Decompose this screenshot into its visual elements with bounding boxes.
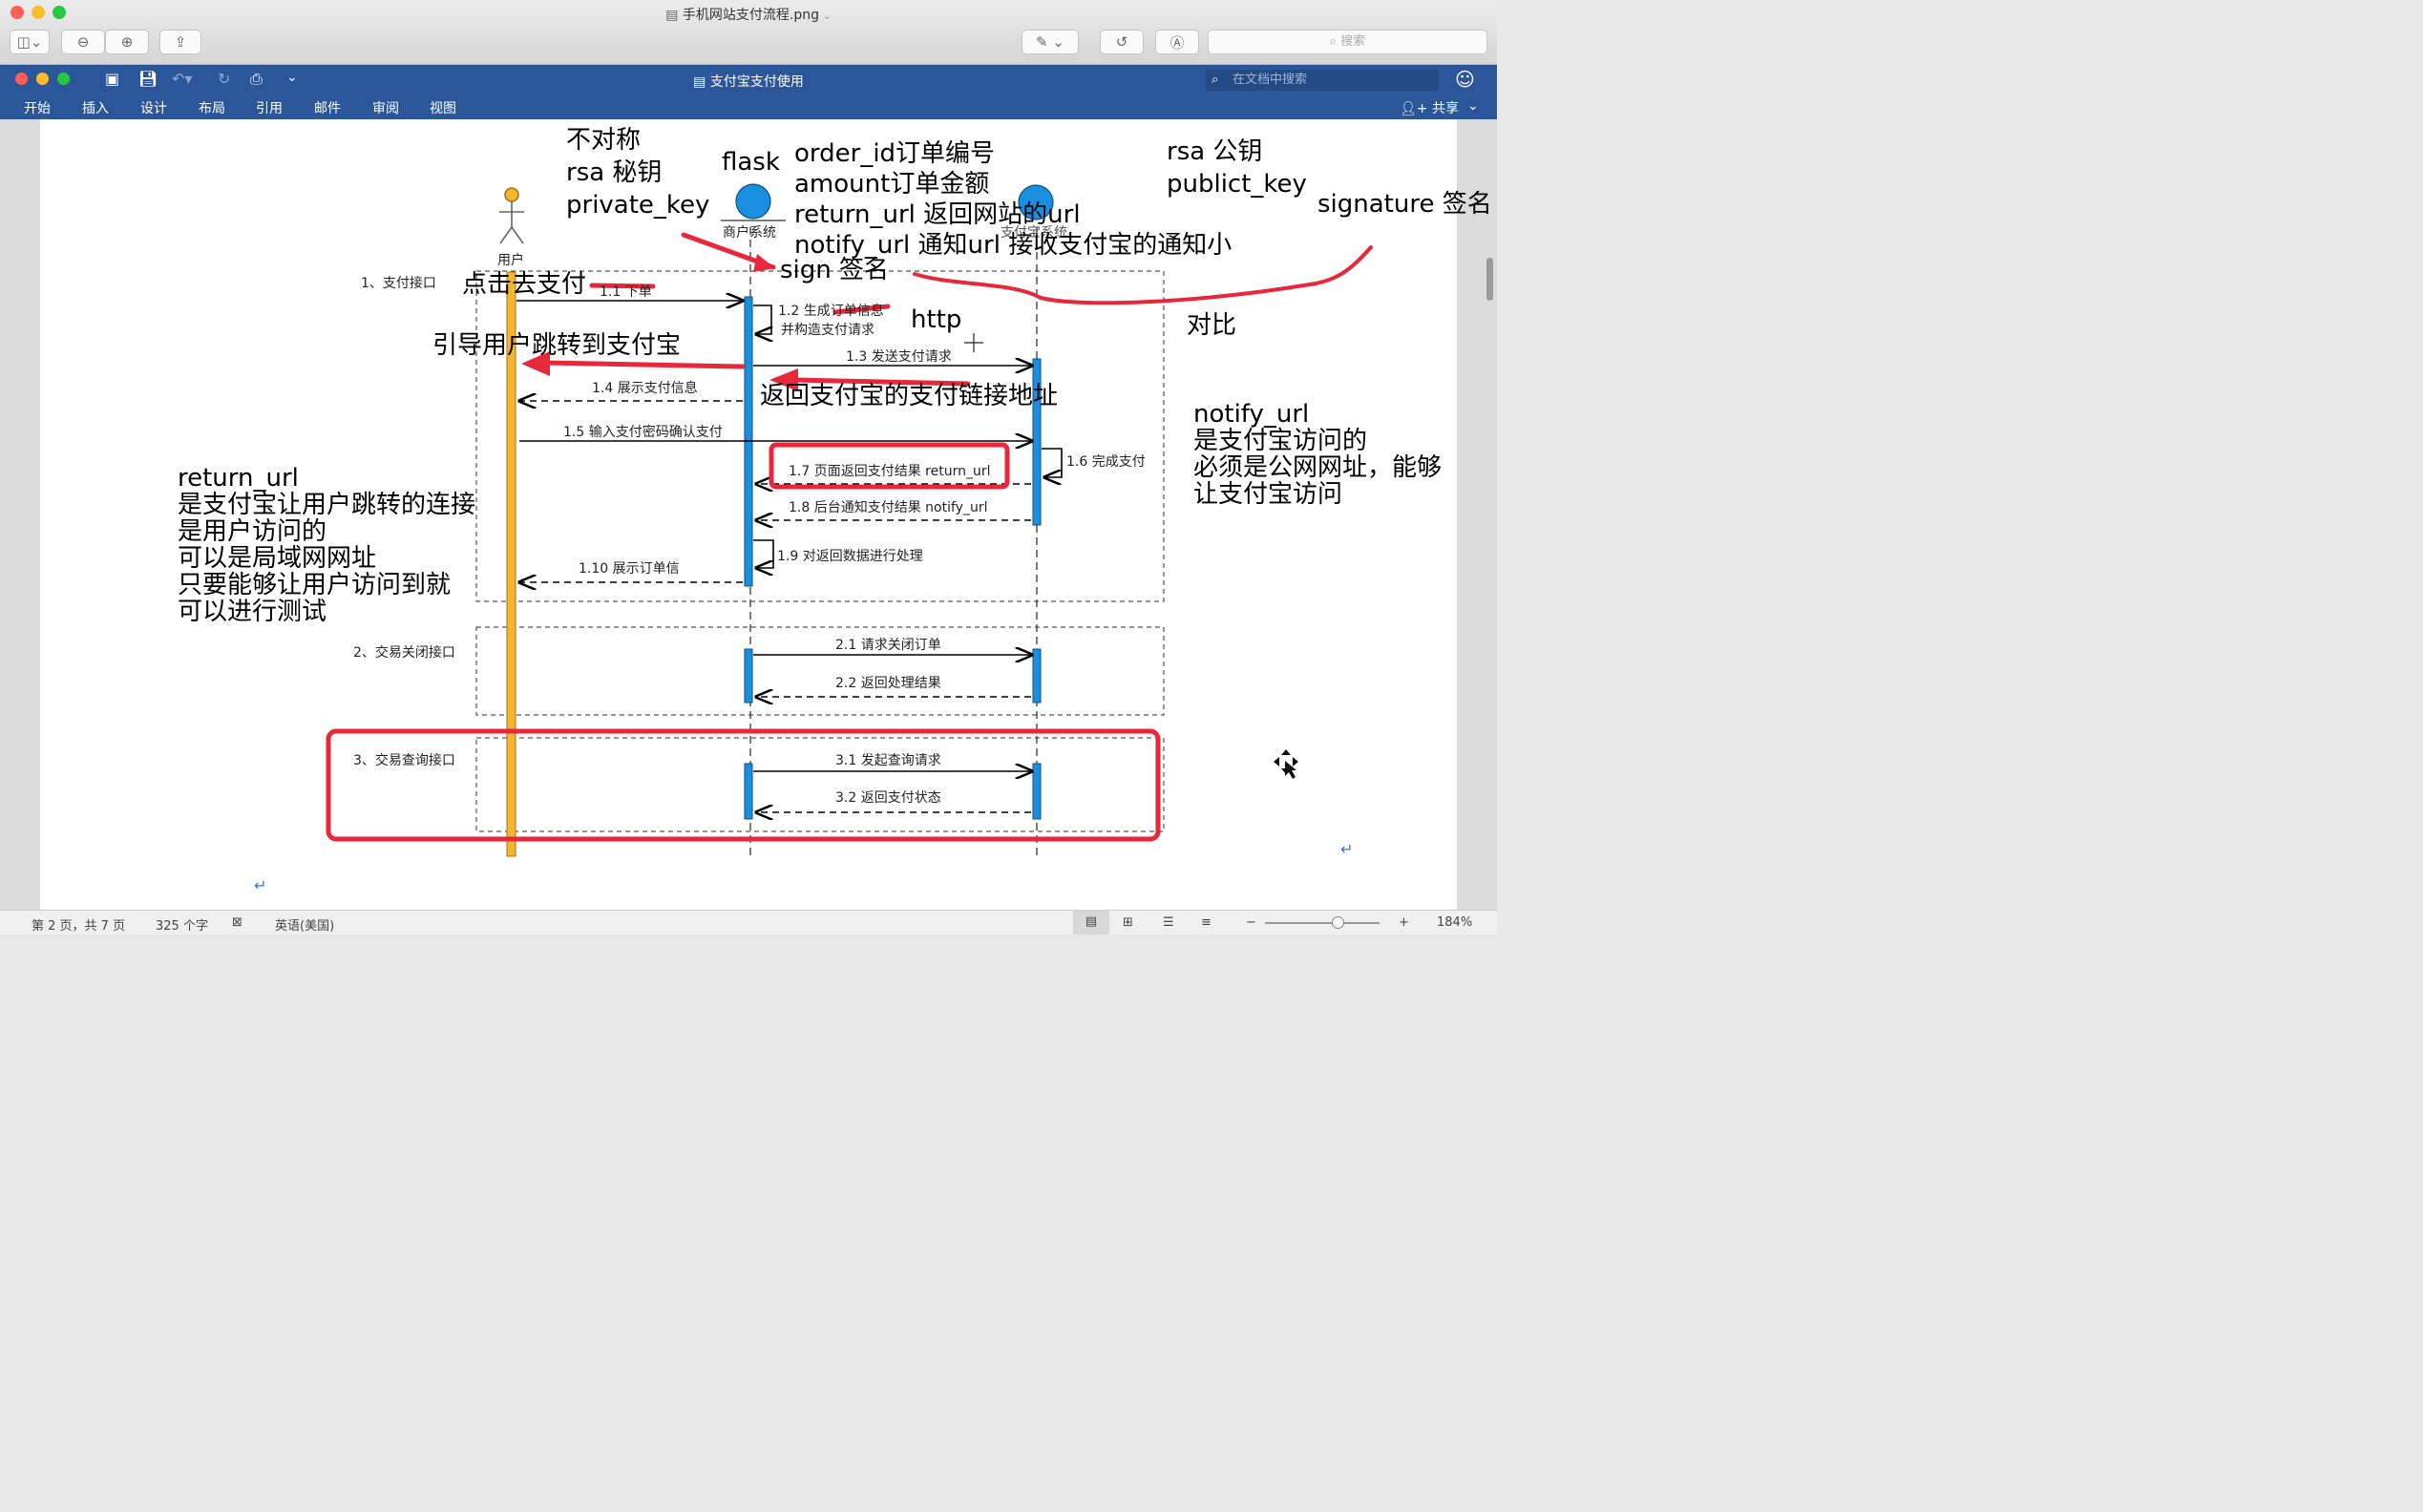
annotation-return-link: 返回支付宝的支付链接地址 bbox=[760, 382, 1059, 410]
draft-view-icon[interactable]: ≡ bbox=[1201, 915, 1212, 930]
actor-label-merchant: 商户系统 bbox=[723, 225, 776, 241]
message-label-1-9: 1.9 对返回数据进行处理 bbox=[777, 549, 923, 564]
message-label-1-10: 1.10 展示订单信 bbox=[579, 561, 680, 577]
message-label-1-8: 1.8 后台通知支付结果 notify_url bbox=[789, 500, 988, 515]
actor-label-user: 用户 bbox=[497, 253, 524, 268]
annotation-sign: sign 签名 bbox=[780, 256, 890, 284]
message-label-3-2: 3.2 返回支付状态 bbox=[835, 790, 941, 806]
move-cursor-icon bbox=[1274, 749, 1298, 779]
message-arrow-1-9 bbox=[753, 539, 774, 568]
annotation-rsa-public-line: rsa 公钥 bbox=[1167, 137, 1263, 166]
annotation-return-note-line-3: 是用户访问的 bbox=[178, 517, 327, 546]
language-indicator[interactable]: 英语(美国) bbox=[275, 915, 334, 934]
annotation-signature: signature 签名 bbox=[1317, 190, 1492, 219]
message-label-1-4: 1.4 展示支付信息 bbox=[592, 381, 698, 396]
zoom-out-icon[interactable]: − bbox=[1246, 915, 1256, 930]
paragraph-mark-icon: ↵ bbox=[1340, 840, 1354, 858]
message-label-1-2a: 1.2 生成订单信息 bbox=[778, 304, 884, 319]
message-label-1-6: 1.6 完成支付 bbox=[1066, 454, 1146, 470]
annotation-guide-user: 引导用户跳转到支付宝 bbox=[432, 331, 682, 360]
section-label-query: 3、交易查询接口 bbox=[353, 753, 455, 768]
annotation-compare: 对比 bbox=[1187, 311, 1237, 340]
proofing-icon[interactable]: ⊠ bbox=[232, 915, 242, 930]
zoom-level[interactable]: 184% bbox=[1437, 915, 1472, 930]
annotation-return-url: return_url 返回网站的url bbox=[794, 200, 1081, 229]
annotation-notify-note-line-2: 是支付宝访问的 bbox=[1193, 427, 1368, 455]
annotation-asym-line: 不对称 bbox=[566, 126, 642, 155]
annotation-notify-note: notify_url 是支付宝访问的 必须是公网网址，能够 让支付宝访问 bbox=[1193, 401, 1442, 508]
annotation-public-key-line: publict_key bbox=[1167, 170, 1307, 199]
annotation-http: http bbox=[911, 305, 962, 334]
message-label-2-2: 2.2 返回处理结果 bbox=[835, 676, 941, 691]
zoom-slider-track[interactable] bbox=[1265, 922, 1380, 924]
section-frame-query bbox=[475, 737, 1165, 832]
message-label-3-1: 3.1 发起查询请求 bbox=[835, 753, 941, 768]
alipay-activation-bar-2 bbox=[1032, 648, 1042, 704]
annotation-private-key-line: private_key bbox=[566, 191, 710, 220]
outline-view-icon[interactable]: ☰ bbox=[1163, 915, 1174, 930]
annotation-notify-note-line-3: 必须是公网网址，能够 bbox=[1193, 453, 1443, 482]
annotation-return-note-line-6: 可以进行测试 bbox=[178, 598, 327, 626]
annotation-flask: flask bbox=[722, 148, 780, 177]
section-label-pay: 1、支付接口 bbox=[361, 276, 436, 291]
message-label-1-1: 1.1 下单 bbox=[600, 284, 652, 300]
message-label-1-5: 1.5 输入支付密码确认支付 bbox=[563, 425, 723, 440]
message-label-2-1: 2.1 请求关闭订单 bbox=[835, 638, 941, 653]
message-label-1-2b: 并构造支付请求 bbox=[781, 323, 874, 338]
red-arrow-to-user-line bbox=[541, 360, 746, 369]
page-count[interactable]: 第 2 页，共 7 页 bbox=[32, 915, 125, 934]
message-arrow-1-6 bbox=[1042, 448, 1063, 477]
print-layout-view-icon[interactable]: ▤ bbox=[1073, 911, 1109, 934]
red-arrow-to-sign-head bbox=[753, 254, 775, 272]
crosshair-cursor-icon bbox=[964, 333, 983, 352]
annotation-asym-key: 不对称 rsa 秘钥 private_key bbox=[566, 124, 709, 221]
annotation-notify-note-line-1: notify_url bbox=[1193, 400, 1310, 429]
merchant-activation-bar-3 bbox=[744, 763, 753, 820]
annotation-rsa-private-line: rsa 秘钥 bbox=[566, 158, 663, 187]
annotation-click-pay: 点击去支付 bbox=[462, 270, 587, 299]
word-count[interactable]: 325 个字 bbox=[156, 915, 208, 934]
paragraph-mark-icon: ↵ bbox=[254, 876, 267, 894]
annotation-return-note-line-2: 是支付宝让用户跳转的连接 bbox=[178, 491, 476, 519]
annotation-return-note-line-5: 只要能够让用户访问到就 bbox=[178, 571, 452, 599]
section-frame-close bbox=[475, 626, 1165, 716]
annotation-return-note-line-4: 可以是局域网网址 bbox=[178, 544, 377, 573]
web-layout-view-icon[interactable]: ⊞ bbox=[1123, 915, 1133, 930]
message-arrow-1-2 bbox=[753, 304, 771, 334]
merchant-actor-icon bbox=[735, 183, 771, 220]
section-label-close: 2、交易关闭接口 bbox=[353, 645, 455, 661]
status-bar: 第 2 页，共 7 页 325 个字 ⊠ 英语(美国) ▤ ⊞ ☰ ≡ − + … bbox=[0, 910, 1497, 934]
annotation-return-note: return_url 是支付宝让用户跳转的连接 是用户访问的 可以是局域网网址 … bbox=[178, 465, 475, 625]
user-actor-icon bbox=[499, 187, 524, 244]
annotation-notify-note-line-4: 让支付宝访问 bbox=[1193, 480, 1343, 509]
message-label-1-3: 1.3 发送支付请求 bbox=[846, 349, 952, 365]
annotation-rsa-public: rsa 公钥 publict_key bbox=[1167, 136, 1307, 200]
merchant-activation-bar-2 bbox=[744, 648, 753, 704]
zoom-slider-thumb[interactable] bbox=[1332, 916, 1344, 929]
alipay-activation-bar-3 bbox=[1032, 763, 1042, 820]
message-label-1-7: 1.7 页面返回支付结果 return_url bbox=[789, 464, 991, 479]
zoom-in-icon[interactable]: + bbox=[1399, 915, 1409, 930]
annotation-return-note-line-1: return_url bbox=[178, 464, 299, 493]
